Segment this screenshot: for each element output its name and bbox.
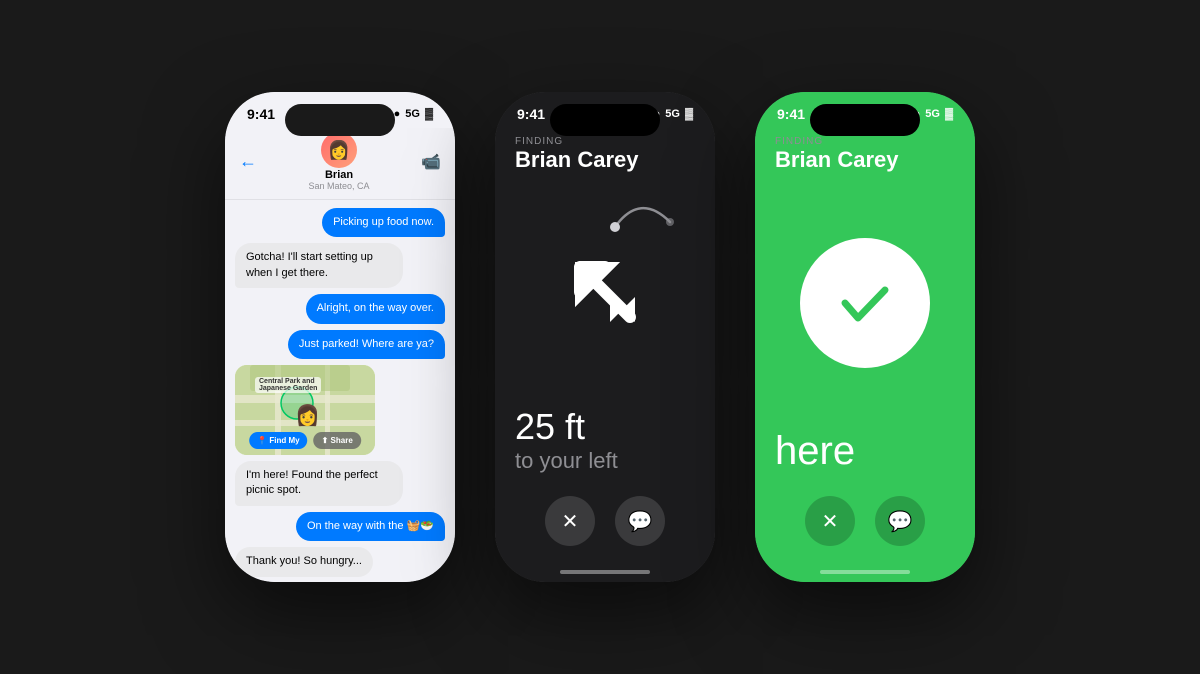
- dynamic-island-2: [550, 104, 660, 136]
- share-button[interactable]: ⬆ Share: [314, 432, 361, 449]
- battery-icon-1: ▓: [425, 108, 433, 120]
- map-pin: 👩: [295, 403, 320, 428]
- message-bubble: Thank you! So hungry...: [235, 547, 373, 576]
- location-map-bubble[interactable]: Central Park andJapanese Garden 👩 📍 Find…: [235, 365, 375, 455]
- video-call-button[interactable]: 📹: [421, 152, 441, 172]
- map-view: Central Park andJapanese Garden 👩 📍 Find…: [235, 365, 375, 455]
- network-label-1: 5G: [405, 108, 420, 120]
- finding-person-name: Brian Carey: [515, 147, 695, 173]
- found-screen: 9:41 ▲ ●●● 5G ▓ FINDING Brian Carey: [755, 92, 975, 582]
- close-icon-3: ✕: [822, 509, 839, 534]
- message-bubble: Picking up food now.: [322, 208, 445, 237]
- finding-label: FINDING: [515, 136, 695, 147]
- battery-icon-3: ▓: [945, 108, 953, 120]
- contact-info[interactable]: 👩 Brian San Mateo, CA: [309, 132, 370, 191]
- map-action-buttons: 📍 Find My ⬆ Share: [249, 432, 361, 449]
- distance-number: 25 ft: [515, 406, 695, 448]
- message-bubble: Alright, on the way over.: [306, 294, 445, 323]
- checkmark-circle: [800, 238, 930, 368]
- here-label: here: [775, 429, 955, 474]
- phone-imessage: 9:41 ●●● 5G ▓ ← 👩 Brian San Mateo, CA 📹 …: [225, 92, 455, 582]
- home-bar: [560, 570, 650, 574]
- checkmark-area: [755, 177, 975, 429]
- home-indicator-3: [755, 562, 975, 582]
- message-bubble: On the way with the 🧺🥗: [296, 512, 445, 541]
- message-button-3[interactable]: 💬: [875, 496, 925, 546]
- network-label-2: 5G: [665, 108, 680, 120]
- close-icon: ✕: [562, 509, 579, 534]
- contact-location: San Mateo, CA: [309, 181, 370, 191]
- back-button[interactable]: ←: [239, 151, 257, 172]
- imessage-header: ← 👩 Brian San Mateo, CA 📹: [225, 128, 455, 200]
- close-button-3[interactable]: ✕: [805, 496, 855, 546]
- close-button[interactable]: ✕: [545, 496, 595, 546]
- dynamic-island-3: [810, 104, 920, 136]
- find-my-button[interactable]: 📍 Find My: [249, 432, 307, 449]
- distance-display: 25 ft to your left: [495, 406, 715, 484]
- message-bubble: I'm here! Found the perfect picnic spot.: [235, 461, 403, 506]
- found-action-buttons: ✕ 💬: [755, 484, 975, 562]
- phone-found-green: 9:41 ▲ ●●● 5G ▓ FINDING Brian Carey: [755, 92, 975, 582]
- finding-screen: 9:41 ▲ ●●● 5G ▓ FINDING Brian Carey: [495, 92, 715, 582]
- found-person-name: Brian Carey: [775, 147, 955, 173]
- message-bubble: Just parked! Where are ya?: [288, 330, 445, 359]
- phone-finding-dark: 9:41 ▲ ●●● 5G ▓ FINDING Brian Carey: [495, 92, 715, 582]
- direction-arrow-svg: [555, 242, 655, 342]
- home-bar-3: [820, 570, 910, 574]
- compass-view: [495, 177, 715, 406]
- message-icon: 💬: [628, 509, 653, 534]
- network-label-3: 5G: [925, 108, 940, 120]
- map-place-label: Central Park andJapanese Garden: [255, 377, 321, 393]
- status-time-1: 9:41: [247, 106, 275, 122]
- status-time-2: 9:41: [517, 106, 545, 122]
- message-button[interactable]: 💬: [615, 496, 665, 546]
- avatar: 👩: [321, 132, 357, 168]
- status-time-3: 9:41: [777, 106, 805, 122]
- finding-action-buttons: ✕ 💬: [495, 484, 715, 562]
- distance-description: to your left: [515, 448, 695, 474]
- message-bubble: Gotcha! I'll start setting up when I get…: [235, 243, 403, 288]
- checkmark-svg: [830, 268, 900, 338]
- finding-label-3: FINDING: [775, 136, 955, 147]
- messages-list: Picking up food now. Gotcha! I'll start …: [225, 200, 455, 582]
- contact-name: Brian: [325, 169, 353, 181]
- dynamic-island: [285, 104, 395, 136]
- compass-arc-svg: [605, 187, 685, 237]
- found-status-text: here: [755, 429, 975, 484]
- home-indicator-2: [495, 562, 715, 582]
- message-icon-3: 💬: [888, 509, 913, 534]
- battery-icon-2: ▓: [685, 108, 693, 120]
